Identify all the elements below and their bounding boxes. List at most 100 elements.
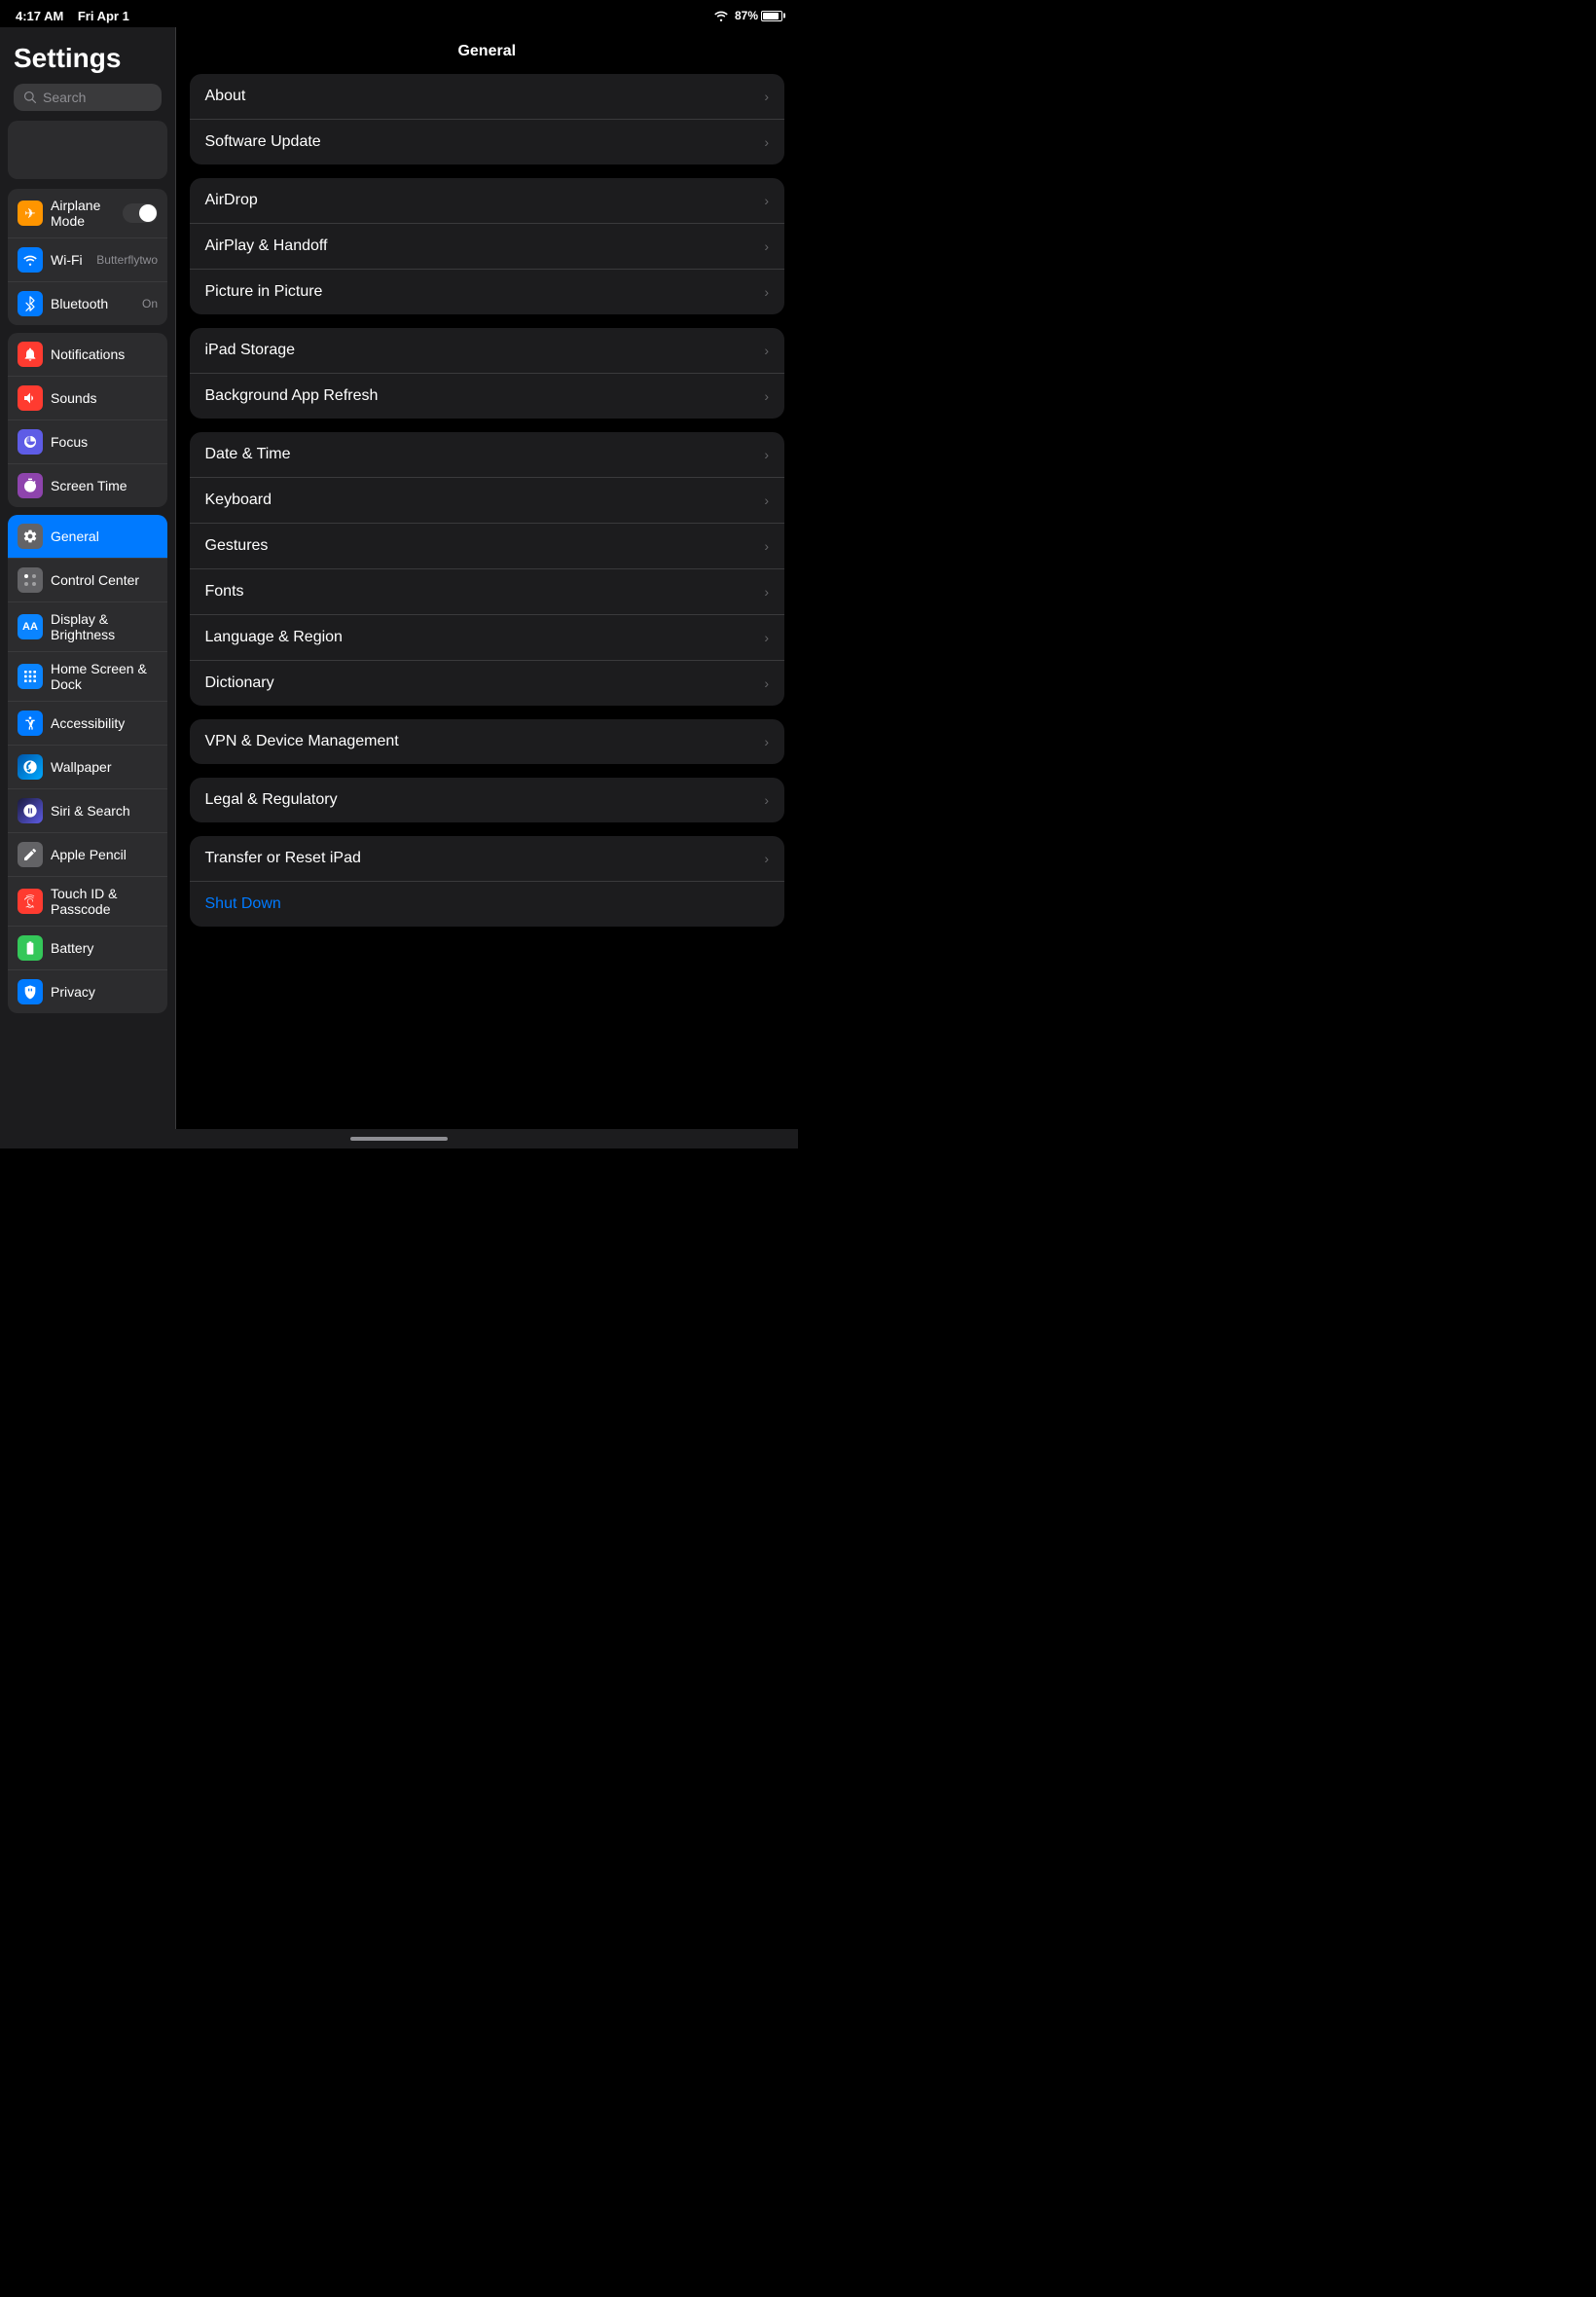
keyboard-chevron: › <box>764 492 769 508</box>
accessibility-icon <box>18 711 43 736</box>
profile-area[interactable] <box>8 121 167 179</box>
transfer-reset-label: Transfer or Reset iPad <box>205 850 361 867</box>
fonts-chevron: › <box>764 584 769 600</box>
software-update-label: Software Update <box>205 133 321 151</box>
right-panel: General About › Software Update › AirDro… <box>176 27 799 1129</box>
sidebar-item-notifications[interactable]: Notifications <box>8 333 167 377</box>
display-icon: AA <box>18 614 43 639</box>
right-item-transfer-reset[interactable]: Transfer or Reset iPad › <box>190 836 785 882</box>
right-group-legal: Legal & Regulatory › <box>190 778 785 822</box>
display-label: Display & Brightness <box>51 611 158 642</box>
wifi-value: Butterflytwo <box>96 253 158 267</box>
control-center-label: Control Center <box>51 572 158 588</box>
airplane-mode-toggle[interactable] <box>123 203 158 223</box>
wifi-label: Wi-Fi <box>51 252 89 268</box>
right-item-keyboard[interactable]: Keyboard › <box>190 478 785 524</box>
airplane-mode-icon: ✈ <box>18 201 43 226</box>
sidebar-item-general[interactable]: General <box>8 515 167 559</box>
notifications-label: Notifications <box>51 346 158 362</box>
right-item-dictionary[interactable]: Dictionary › <box>190 661 785 706</box>
right-item-airplay-handoff[interactable]: AirPlay & Handoff › <box>190 224 785 270</box>
sidebar-item-screen-time[interactable]: Screen Time <box>8 464 167 507</box>
sidebar-item-sounds[interactable]: Sounds <box>8 377 167 420</box>
sidebar-item-wallpaper[interactable]: Wallpaper <box>8 746 167 789</box>
right-item-shutdown[interactable]: Shut Down <box>190 882 785 927</box>
sidebar-item-wifi[interactable]: Wi-Fi Butterflytwo <box>8 238 167 282</box>
settings-group-alerts: Notifications Sounds Focus Screen Time <box>8 333 167 507</box>
right-group-info: About › Software Update › <box>190 74 785 164</box>
sidebar-item-siri[interactable]: Siri & Search <box>8 789 167 833</box>
general-label: General <box>51 529 158 544</box>
settings-group-connectivity: ✈ Airplane Mode Wi-Fi Butterflytwo <box>8 189 167 325</box>
right-item-vpn[interactable]: VPN & Device Management › <box>190 719 785 764</box>
sounds-label: Sounds <box>51 390 158 406</box>
sidebar-item-touch-id[interactable]: Touch ID & Passcode <box>8 877 167 927</box>
sounds-icon <box>18 385 43 411</box>
sidebar-item-battery[interactable]: Battery <box>8 927 167 970</box>
right-item-ipad-storage[interactable]: iPad Storage › <box>190 328 785 374</box>
privacy-label: Privacy <box>51 984 158 1000</box>
right-item-background-refresh[interactable]: Background App Refresh › <box>190 374 785 419</box>
ipad-storage-chevron: › <box>764 343 769 358</box>
right-panel-title: General <box>176 27 799 74</box>
sidebar-item-apple-pencil[interactable]: Apple Pencil <box>8 833 167 877</box>
pip-label: Picture in Picture <box>205 283 323 301</box>
right-item-legal[interactable]: Legal & Regulatory › <box>190 778 785 822</box>
search-placeholder: Search <box>43 90 86 105</box>
sidebar-item-focus[interactable]: Focus <box>8 420 167 464</box>
right-group-sharing: AirDrop › AirPlay & Handoff › Picture in… <box>190 178 785 314</box>
sidebar-item-airplane-mode[interactable]: ✈ Airplane Mode <box>8 189 167 238</box>
wallpaper-label: Wallpaper <box>51 759 158 775</box>
home-screen-label: Home Screen & Dock <box>51 661 158 692</box>
gestures-chevron: › <box>764 538 769 554</box>
sidebar-title: Settings <box>14 43 162 74</box>
bluetooth-label: Bluetooth <box>51 296 134 311</box>
right-item-about[interactable]: About › <box>190 74 785 120</box>
search-bar[interactable]: Search <box>14 84 162 111</box>
sidebar-item-control-center[interactable]: Control Center <box>8 559 167 602</box>
right-group-reset: Transfer or Reset iPad › Shut Down <box>190 836 785 927</box>
notifications-icon <box>18 342 43 367</box>
focus-icon <box>18 429 43 455</box>
sidebar-item-bluetooth[interactable]: Bluetooth On <box>8 282 167 325</box>
sidebar-item-accessibility[interactable]: Accessibility <box>8 702 167 746</box>
shutdown-label: Shut Down <box>205 895 281 913</box>
battery-indicator: 87% <box>735 9 782 22</box>
airdrop-chevron: › <box>764 193 769 208</box>
bluetooth-value: On <box>142 297 158 310</box>
sidebar-item-privacy[interactable]: Privacy <box>8 970 167 1013</box>
sidebar-item-home-screen[interactable]: Home Screen & Dock <box>8 652 167 702</box>
status-icons: 87% <box>713 9 782 22</box>
dictionary-chevron: › <box>764 675 769 691</box>
legal-chevron: › <box>764 792 769 808</box>
wallpaper-icon <box>18 754 43 780</box>
software-update-chevron: › <box>764 134 769 150</box>
right-item-date-time[interactable]: Date & Time › <box>190 432 785 478</box>
status-bar: 4:17 AM Fri Apr 1 87% <box>0 0 798 27</box>
right-item-software-update[interactable]: Software Update › <box>190 120 785 164</box>
right-group-locale: Date & Time › Keyboard › Gestures › Font… <box>190 432 785 706</box>
gestures-label: Gestures <box>205 537 269 555</box>
right-item-language-region[interactable]: Language & Region › <box>190 615 785 661</box>
settings-group-main: General Control Center AA Display & Brig… <box>8 515 167 1013</box>
date-time-label: Date & Time <box>205 446 291 463</box>
sidebar-item-display[interactable]: AA Display & Brightness <box>8 602 167 652</box>
touch-id-label: Touch ID & Passcode <box>51 886 158 917</box>
background-refresh-chevron: › <box>764 388 769 404</box>
status-time: 4:17 AM <box>16 9 63 23</box>
fonts-label: Fonts <box>205 583 244 601</box>
right-item-pip[interactable]: Picture in Picture › <box>190 270 785 314</box>
privacy-icon <box>18 979 43 1004</box>
general-icon <box>18 524 43 549</box>
home-indicator <box>0 1129 798 1148</box>
status-date: Fri Apr 1 <box>78 9 129 23</box>
transfer-reset-chevron: › <box>764 851 769 866</box>
airplay-handoff-chevron: › <box>764 238 769 254</box>
screen-time-icon <box>18 473 43 498</box>
language-region-chevron: › <box>764 630 769 645</box>
right-item-gestures[interactable]: Gestures › <box>190 524 785 569</box>
right-item-airdrop[interactable]: AirDrop › <box>190 178 785 224</box>
right-item-fonts[interactable]: Fonts › <box>190 569 785 615</box>
battery-settings-label: Battery <box>51 940 158 956</box>
wifi-icon <box>713 10 729 21</box>
